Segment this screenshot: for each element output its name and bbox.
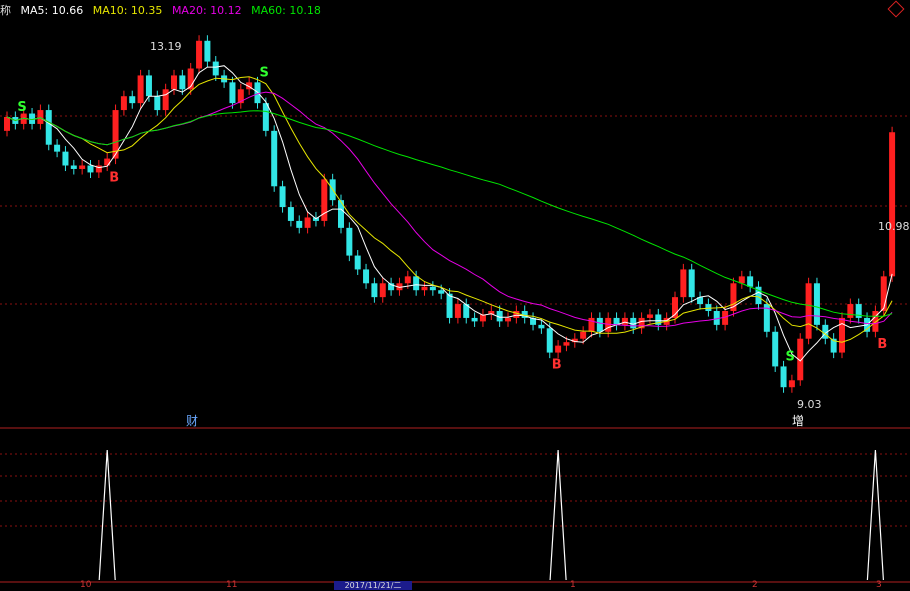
sell-signal: S (786, 349, 795, 364)
ma60-label: MA60: 10.18 (251, 4, 321, 17)
candle-body (454, 304, 461, 318)
candle-body (154, 96, 161, 111)
candle-body (688, 269, 695, 298)
candle-body (70, 165, 77, 169)
indicator-spike (549, 449, 567, 581)
x-label-3: 1 (570, 580, 576, 590)
candle-body (847, 304, 854, 318)
candle-body (596, 317, 603, 332)
stock-chart[interactable]: S B S B S B (0, 0, 910, 590)
indicator-spike (866, 449, 884, 581)
candle-body (646, 314, 653, 318)
candle-body (813, 283, 820, 325)
candle-body (379, 283, 386, 298)
candle-body (79, 165, 86, 169)
candle-body (788, 380, 795, 388)
candle-body (363, 269, 370, 284)
high-price-label: 13.19 (150, 40, 182, 53)
x-label-2: 11 (226, 580, 238, 590)
candle-body (171, 75, 177, 90)
candle-body (104, 158, 111, 166)
indicator-panel (98, 449, 884, 581)
candle-body (4, 117, 10, 131)
candle-body (780, 366, 787, 388)
candle-body (621, 317, 628, 325)
candle-body (212, 61, 219, 76)
candle-body (262, 103, 269, 131)
candle-body (204, 40, 211, 62)
candle-body (680, 269, 687, 298)
candle-body (354, 255, 361, 270)
candle-body (446, 293, 453, 318)
sell-signal: S (17, 100, 26, 115)
candle-body (296, 220, 303, 228)
ma20-label: MA20: 10.12 (171, 4, 242, 17)
candle-body (279, 186, 286, 208)
candle-body (54, 144, 61, 152)
candle-body (87, 165, 94, 173)
candle-body (120, 96, 127, 111)
candle-body (304, 217, 311, 228)
candle-body (37, 110, 44, 124)
candle-body (438, 290, 445, 294)
candle-body (196, 40, 203, 69)
ma5-label: MA5: 10.66 (20, 4, 84, 17)
signals: S B S B S B (17, 65, 887, 372)
buy-signal: B (877, 337, 887, 352)
sell-signal: S (260, 65, 269, 80)
x-label-date: 2017/11/21/二 (334, 581, 412, 590)
candle-body (538, 324, 545, 329)
indicator-spike (98, 449, 116, 581)
buy-signal: B (109, 171, 119, 186)
event-marker-increase[interactable]: 增 (792, 412, 804, 429)
candle-body (471, 317, 478, 322)
buy-signal: B (552, 358, 562, 373)
candle-body (513, 311, 520, 318)
event-marker-finance[interactable]: 财 (186, 412, 198, 429)
candle-body (555, 345, 562, 353)
candle-body (45, 110, 52, 145)
candle-body (747, 276, 754, 287)
candle-body (137, 75, 144, 104)
candles (4, 35, 896, 393)
candle-body (145, 75, 152, 97)
candle-body (563, 342, 570, 346)
last-price-label: 10.98 (878, 220, 910, 233)
ma60-line (6, 110, 893, 317)
candle-body (371, 283, 378, 298)
candle-body (805, 283, 812, 339)
candle-body (889, 132, 896, 277)
candle-body (162, 89, 169, 111)
x-label-1: 10 (80, 580, 92, 590)
candle-body (505, 317, 511, 322)
low-price-label: 9.03 (797, 398, 822, 411)
candle-body (404, 276, 411, 284)
x-label-5: 3 (876, 580, 882, 590)
x-label-4: 2 (752, 580, 758, 590)
candle-body (129, 96, 136, 104)
candle-body (429, 286, 436, 291)
candle-body (62, 151, 69, 166)
candle-body (705, 304, 712, 311)
candle-body (229, 82, 236, 104)
ma10-label: MA10: 10.35 (92, 4, 163, 17)
candle-body (179, 75, 186, 90)
candle-body (580, 331, 587, 339)
stock-name-fragment: 称 (0, 4, 11, 17)
candle-body (413, 276, 420, 291)
candle-body (588, 317, 595, 332)
candle-body (421, 286, 428, 291)
candle-body (287, 207, 294, 221)
candle-body (880, 276, 887, 311)
ma-legend: 称 MA5: 10.66 MA10: 10.35 MA20: 10.12 MA6… (0, 2, 327, 18)
candle-body (346, 227, 353, 256)
candle-body (772, 331, 779, 367)
candle-body (271, 130, 278, 187)
candle-body (546, 328, 553, 353)
